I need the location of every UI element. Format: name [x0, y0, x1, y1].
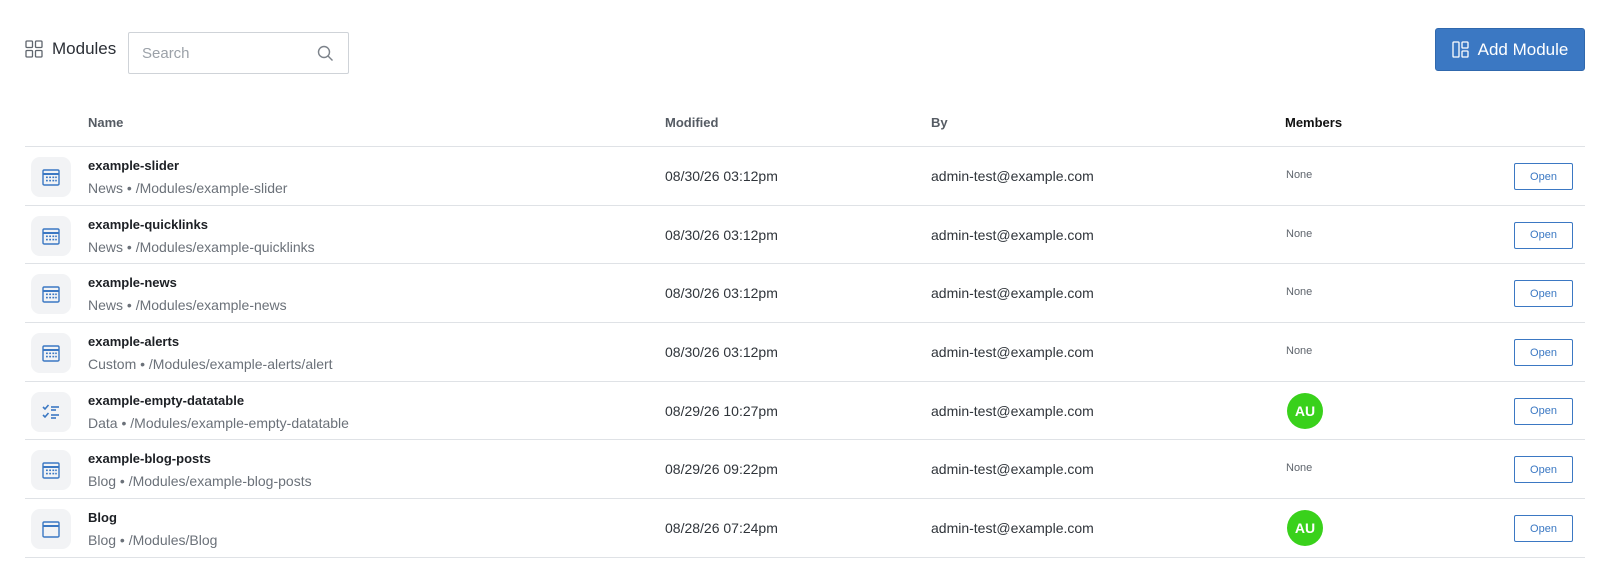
module-icon-wrap	[31, 509, 71, 550]
module-meta: News • /Modules/example-slider	[88, 180, 288, 196]
module-icon-wrap	[31, 274, 71, 315]
modified-date: 08/30/26 03:12pm	[665, 168, 778, 184]
open-button[interactable]: Open	[1514, 456, 1573, 484]
search-box[interactable]	[128, 32, 349, 74]
open-button[interactable]: Open	[1514, 280, 1573, 308]
module-name[interactable]: example-news	[88, 275, 177, 290]
column-header-members[interactable]: Members	[1285, 115, 1342, 130]
modules-grid-icon	[25, 40, 43, 58]
module-path: /Modules/Blog	[128, 532, 218, 549]
module-path: /Modules/example-alerts/alert	[148, 356, 333, 373]
table-row[interactable]: example-empty-datatable Data • /Modules/e…	[25, 382, 1585, 441]
module-path: /Modules/example-empty-datatable	[130, 414, 349, 431]
member-avatar[interactable]: AU	[1287, 392, 1323, 429]
members-value: None	[1286, 462, 1313, 475]
module-name[interactable]: example-quicklinks	[88, 217, 208, 232]
modified-by: admin-test@example.com	[931, 520, 1094, 537]
module-meta: Blog • /Modules/example-blog-posts	[88, 473, 312, 490]
modified-date: 08/29/26 10:27pm	[665, 402, 778, 419]
modified-date: 08/29/26 09:22pm	[665, 461, 778, 478]
column-header-name[interactable]: Name	[88, 115, 123, 130]
table-row[interactable]: example-news News • /Modules/example-news…	[25, 264, 1585, 324]
modified-date: 08/30/26 03:12pm	[665, 226, 778, 243]
table-row[interactable]: example-slider News • /Modules/example-sl…	[25, 147, 1585, 206]
module-path: /Modules/example-blog-posts	[128, 473, 312, 490]
calendar-grid-icon	[41, 284, 61, 304]
page-header: Modules Add Module	[0, 0, 1600, 100]
open-button[interactable]: Open	[1514, 339, 1573, 367]
modified-by: admin-test@example.com	[931, 402, 1094, 419]
page-title: Modules	[52, 39, 117, 58]
members-value: None	[1286, 227, 1313, 240]
module-name[interactable]: example-blog-posts	[88, 451, 211, 466]
table-row[interactable]: example-quicklinks News • /Modules/exampl…	[25, 206, 1585, 265]
column-header-modified[interactable]: Modified	[665, 115, 718, 130]
module-name[interactable]: example-slider	[88, 158, 179, 173]
members-value: None	[1286, 286, 1313, 299]
modified-by: admin-test@example.com	[931, 168, 1094, 184]
module-icon-wrap	[31, 450, 71, 491]
module-type: Custom	[88, 356, 137, 373]
modified-date: 08/28/26 07:24pm	[665, 520, 778, 537]
member-avatar[interactable]: AU	[1287, 510, 1323, 547]
modified-date: 08/30/26 03:12pm	[665, 285, 778, 302]
module-type: News	[88, 297, 124, 314]
module-path: /Modules/example-slider	[135, 180, 288, 196]
modules-table: example-slider News • /Modules/example-sl…	[25, 147, 1585, 558]
open-button[interactable]: Open	[1514, 397, 1573, 425]
modified-by: admin-test@example.com	[931, 344, 1094, 361]
module-type: News	[88, 238, 124, 255]
add-module-button[interactable]: Add Module	[1435, 28, 1585, 71]
title-group: Modules	[25, 39, 116, 59]
module-path: /Modules/example-news	[135, 297, 287, 314]
calendar-grid-icon	[41, 460, 61, 480]
checklist-icon	[41, 402, 61, 422]
module-icon-wrap	[31, 157, 71, 197]
module-type: Blog	[88, 532, 117, 549]
module-name[interactable]: Blog	[88, 510, 117, 525]
search-icon[interactable]	[317, 45, 334, 62]
table-header: Name Modified By Members	[25, 108, 1585, 147]
module-meta: Data • /Modules/example-empty-datatable	[88, 414, 349, 431]
modified-by: admin-test@example.com	[931, 285, 1094, 302]
module-meta: News • /Modules/example-news	[88, 297, 287, 314]
calendar-grid-icon	[41, 167, 61, 187]
module-type: News	[88, 180, 124, 196]
module-meta: Blog • /Modules/Blog	[88, 532, 218, 549]
module-meta: Custom • /Modules/example-alerts/alert	[88, 356, 333, 373]
add-module-label: Add Module	[1477, 39, 1569, 59]
table-row[interactable]: example-blog-posts Blog • /Modules/exampl…	[25, 440, 1585, 500]
add-module-icon	[1451, 41, 1469, 58]
open-button[interactable]: Open	[1514, 221, 1573, 249]
open-button[interactable]: Open	[1514, 163, 1573, 190]
module-icon-wrap	[31, 333, 71, 374]
table-row[interactable]: example-alerts Custom • /Modules/example-…	[25, 323, 1585, 382]
column-header-by[interactable]: By	[931, 115, 948, 130]
module-name[interactable]: example-empty-datatable	[88, 393, 244, 408]
calendar-icon	[41, 519, 61, 539]
open-button[interactable]: Open	[1514, 515, 1573, 543]
members-value: None	[1286, 345, 1313, 358]
modified-by: admin-test@example.com	[931, 226, 1094, 243]
module-name[interactable]: example-alerts	[88, 334, 179, 349]
calendar-grid-icon	[41, 226, 61, 246]
modified-date: 08/30/26 03:12pm	[665, 344, 778, 361]
module-meta: News • /Modules/example-quicklinks	[88, 238, 315, 255]
modified-by: admin-test@example.com	[931, 461, 1094, 478]
table-row[interactable]: Blog Blog • /Modules/Blog 08/28/26 07:24pm…	[25, 499, 1585, 558]
members-value: None	[1286, 169, 1313, 181]
search-input[interactable]	[129, 33, 314, 73]
module-type: Data	[88, 414, 118, 431]
module-icon-wrap	[31, 391, 71, 432]
module-type: Blog	[88, 473, 117, 490]
calendar-grid-icon	[41, 343, 61, 363]
module-icon-wrap	[31, 215, 71, 256]
module-path: /Modules/example-quicklinks	[135, 238, 315, 255]
